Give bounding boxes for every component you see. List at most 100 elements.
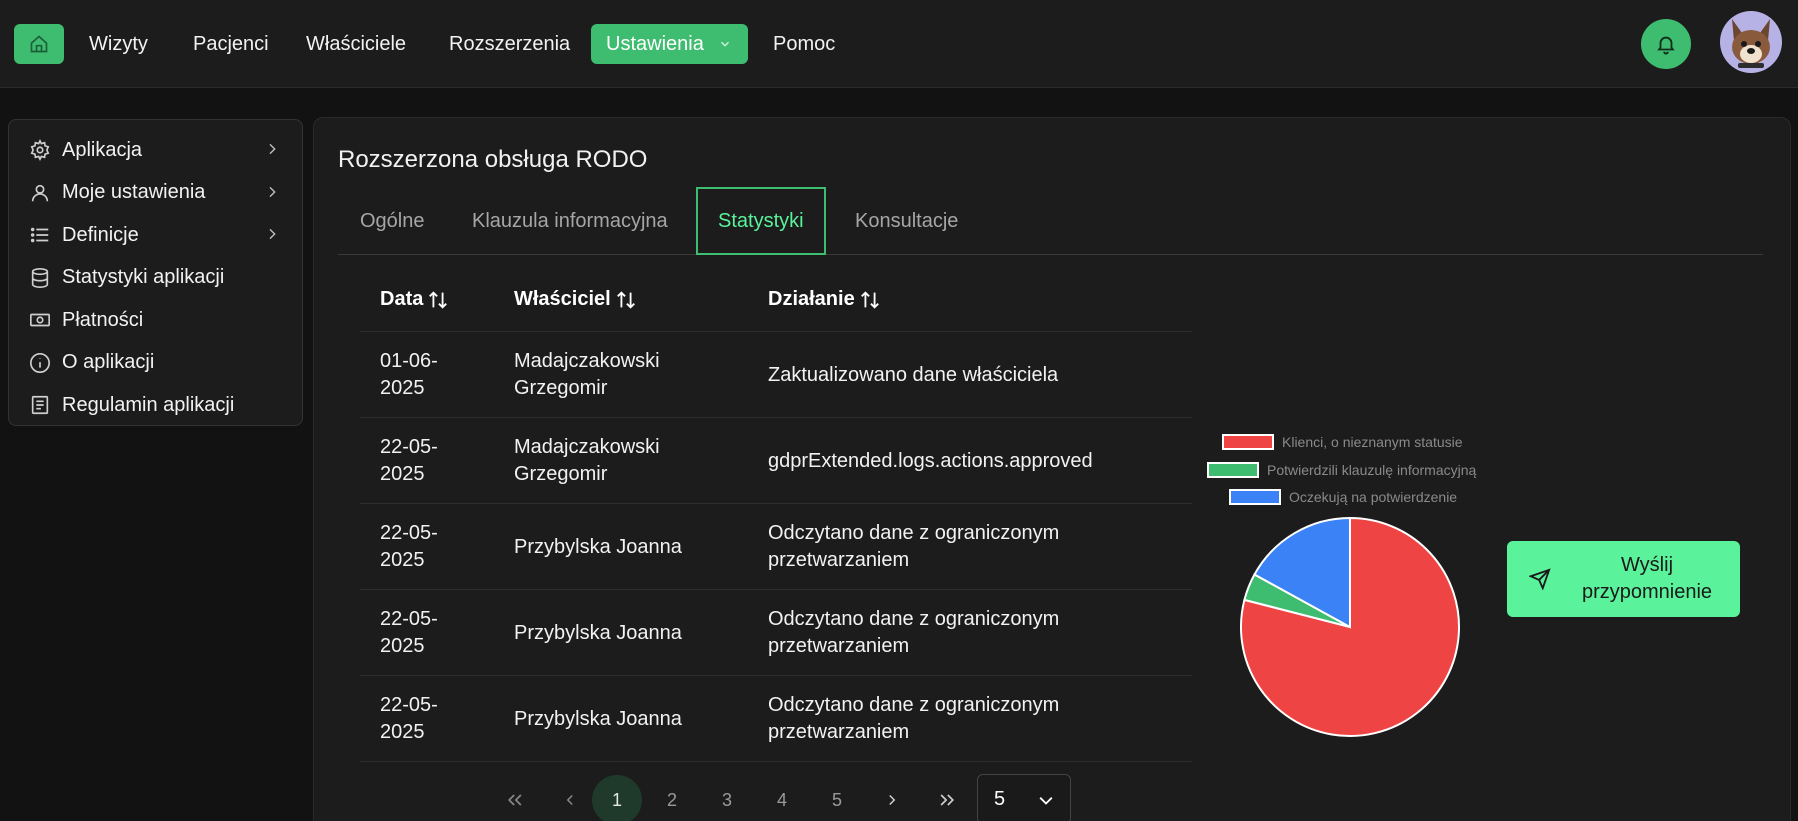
chevron-left-icon <box>566 794 573 806</box>
sidebar-item-definicje[interactable]: Definicje <box>9 214 302 257</box>
chevrons-left-icon <box>507 794 522 806</box>
per-page-value: 5 <box>994 787 1006 810</box>
sidebar-item-label: Moje ustawienia <box>62 181 206 204</box>
table-row: 22-05- 2025 Przybylska Joanna Odczytano da… <box>360 504 1192 590</box>
cell-date: 22-05- 2025 <box>380 608 438 657</box>
legend-label: Potwierdzili klauzulę informacyjną <box>1267 462 1477 478</box>
sidebar-item-aplikacja[interactable]: Aplikacja <box>9 129 302 172</box>
page-button-2[interactable]: 2 <box>647 775 697 821</box>
database-icon <box>28 266 52 290</box>
column-header-dzialanie[interactable]: Działanie <box>768 288 881 311</box>
send-icon <box>1529 568 1551 590</box>
cell-owner: Madajczakowski Grzegomir <box>514 350 660 399</box>
tab-klauzula-informacyjna[interactable]: Klauzula informacyjna <box>472 187 668 255</box>
sort-icon <box>859 289 881 311</box>
table-row: 01-06- 2025 Madajczakowski Grzegomir Zaktu… <box>360 332 1192 418</box>
page-button-4[interactable]: 4 <box>757 775 807 821</box>
send-reminder-label: Wyślij przypomnienie <box>1581 554 1713 603</box>
nav-wizyty[interactable]: Wizyty <box>89 24 148 64</box>
legend-item[interactable]: Potwierdzili klauzulę informacyjną <box>1207 460 1476 480</box>
sidebar-item-label: Aplikacja <box>62 138 143 161</box>
chevron-down-icon <box>1036 791 1056 811</box>
tab-statystyki[interactable]: Statystyki <box>696 187 826 255</box>
legend-item[interactable]: Oczekują na potwierdzenie <box>1229 487 1457 507</box>
cell-owner: Madajczakowski Grzegomir <box>514 436 660 485</box>
tab-bar: Ogólne Klauzula informacyjna Statystyki … <box>338 187 1763 255</box>
sidebar-item-regulamin[interactable]: Regulamin aplikacji <box>9 384 302 427</box>
legend-swatch <box>1222 434 1274 450</box>
sidebar-item-label: Statystyki aplikacji <box>62 266 225 289</box>
sort-icon <box>615 289 637 311</box>
last-page-button[interactable] <box>922 775 972 821</box>
prev-page-button[interactable] <box>545 775 595 821</box>
tab-ogolne[interactable]: Ogólne <box>360 187 425 255</box>
sidebar-item-platnosci[interactable]: Płatności <box>9 299 302 342</box>
gear-icon <box>28 138 52 162</box>
nav-pacjenci[interactable]: Pacjenci <box>193 24 269 64</box>
settings-sidebar: Aplikacja Moje ustawienia Definicje Stat… <box>8 119 303 426</box>
send-reminder-button[interactable]: Wyślij przypomnienie <box>1507 541 1740 617</box>
nav-ustawienia-label: Ustawienia <box>606 32 704 55</box>
info-icon <box>28 351 52 375</box>
cell-owner: Przybylska Joanna <box>514 535 682 558</box>
next-page-button[interactable] <box>867 775 917 821</box>
table-row: 22-05- 2025 Madajczakowski Grzegomir gdprE… <box>360 418 1192 504</box>
nav-rozszerzenia[interactable]: Rozszerzenia <box>449 24 570 64</box>
legend-swatch <box>1229 489 1281 505</box>
table-row: 22-05- 2025 Przybylska Joanna Odczytano da… <box>360 590 1192 676</box>
nav-pomoc[interactable]: Pomoc <box>773 24 835 64</box>
legend-label: Klienci, o nieznanym statusie <box>1282 434 1463 450</box>
home-button[interactable] <box>14 24 64 64</box>
sidebar-item-label: O aplikacji <box>62 351 155 374</box>
cell-owner: Przybylska Joanna <box>514 707 682 730</box>
cell-date: 22-05- 2025 <box>380 694 438 743</box>
page-button-5[interactable]: 5 <box>812 775 862 821</box>
table-body: 01-06- 2025 Madajczakowski Grzegomir Zaktu… <box>360 332 1192 762</box>
sidebar-item-moje-ustawienia[interactable]: Moje ustawienia <box>9 172 302 215</box>
user-icon <box>28 181 52 205</box>
tab-konsultacje[interactable]: Konsultacje <box>855 187 958 255</box>
chevron-right-icon <box>264 141 280 157</box>
banknote-icon <box>28 308 52 332</box>
column-header-label: Data <box>380 288 424 310</box>
sidebar-item-statystyki-aplikacji[interactable]: Statystyki aplikacji <box>9 257 302 300</box>
sidebar-item-label: Definicje <box>62 223 139 246</box>
home-icon <box>30 35 48 53</box>
table-header: Data Właściciel Działanie <box>360 274 1192 332</box>
pie-chart <box>1240 516 1460 737</box>
chevrons-right-icon <box>940 794 955 806</box>
nav-wlasciciele[interactable]: Właściciele <box>306 24 406 64</box>
first-page-button[interactable] <box>490 775 540 821</box>
document-icon <box>28 393 52 417</box>
sidebar-item-label: Regulamin aplikacji <box>62 393 235 416</box>
notifications-button[interactable] <box>1641 19 1691 69</box>
sort-icon <box>427 289 449 311</box>
nav-ustawienia[interactable]: Ustawienia <box>591 24 748 64</box>
cell-date: 22-05- 2025 <box>380 436 438 485</box>
dog-avatar-icon <box>1732 19 1770 68</box>
cell-action: Odczytano dane z ograniczonym przetwarza… <box>768 522 1060 571</box>
chevron-right-icon <box>264 226 280 242</box>
list-icon <box>28 223 52 247</box>
chevron-down-icon <box>718 37 732 51</box>
top-navbar: Wizyty Pacjenci Właściciele Rozszerzenia… <box>0 0 1798 88</box>
legend-item[interactable]: Klienci, o nieznanym statusie <box>1222 432 1463 452</box>
per-page-select[interactable]: 5 <box>977 774 1071 821</box>
chevron-right-icon <box>889 794 896 806</box>
bell-icon <box>1657 36 1675 55</box>
cell-action: gdprExtended.logs.actions.approved <box>768 449 1093 472</box>
legend-swatch <box>1207 462 1259 478</box>
column-header-wlasciciel[interactable]: Właściciel <box>514 288 637 311</box>
column-header-label: Właściciel <box>514 288 611 310</box>
column-header-data[interactable]: Data <box>380 288 449 311</box>
cell-action: Odczytano dane z ograniczonym przetwarza… <box>768 608 1060 657</box>
cell-date: 22-05- 2025 <box>380 522 438 571</box>
logs-table: Data Właściciel Działanie 01-06- 2025 Mad… <box>360 274 1192 762</box>
column-header-label: Działanie <box>768 288 855 310</box>
cell-action: Zaktualizowano dane właściciela <box>768 363 1059 386</box>
chevron-right-icon <box>264 184 280 200</box>
sidebar-item-o-aplikacji[interactable]: O aplikacji <box>9 342 302 385</box>
avatar[interactable] <box>1720 11 1782 73</box>
page-button-1[interactable]: 1 <box>592 775 642 821</box>
page-button-3[interactable]: 3 <box>702 775 752 821</box>
